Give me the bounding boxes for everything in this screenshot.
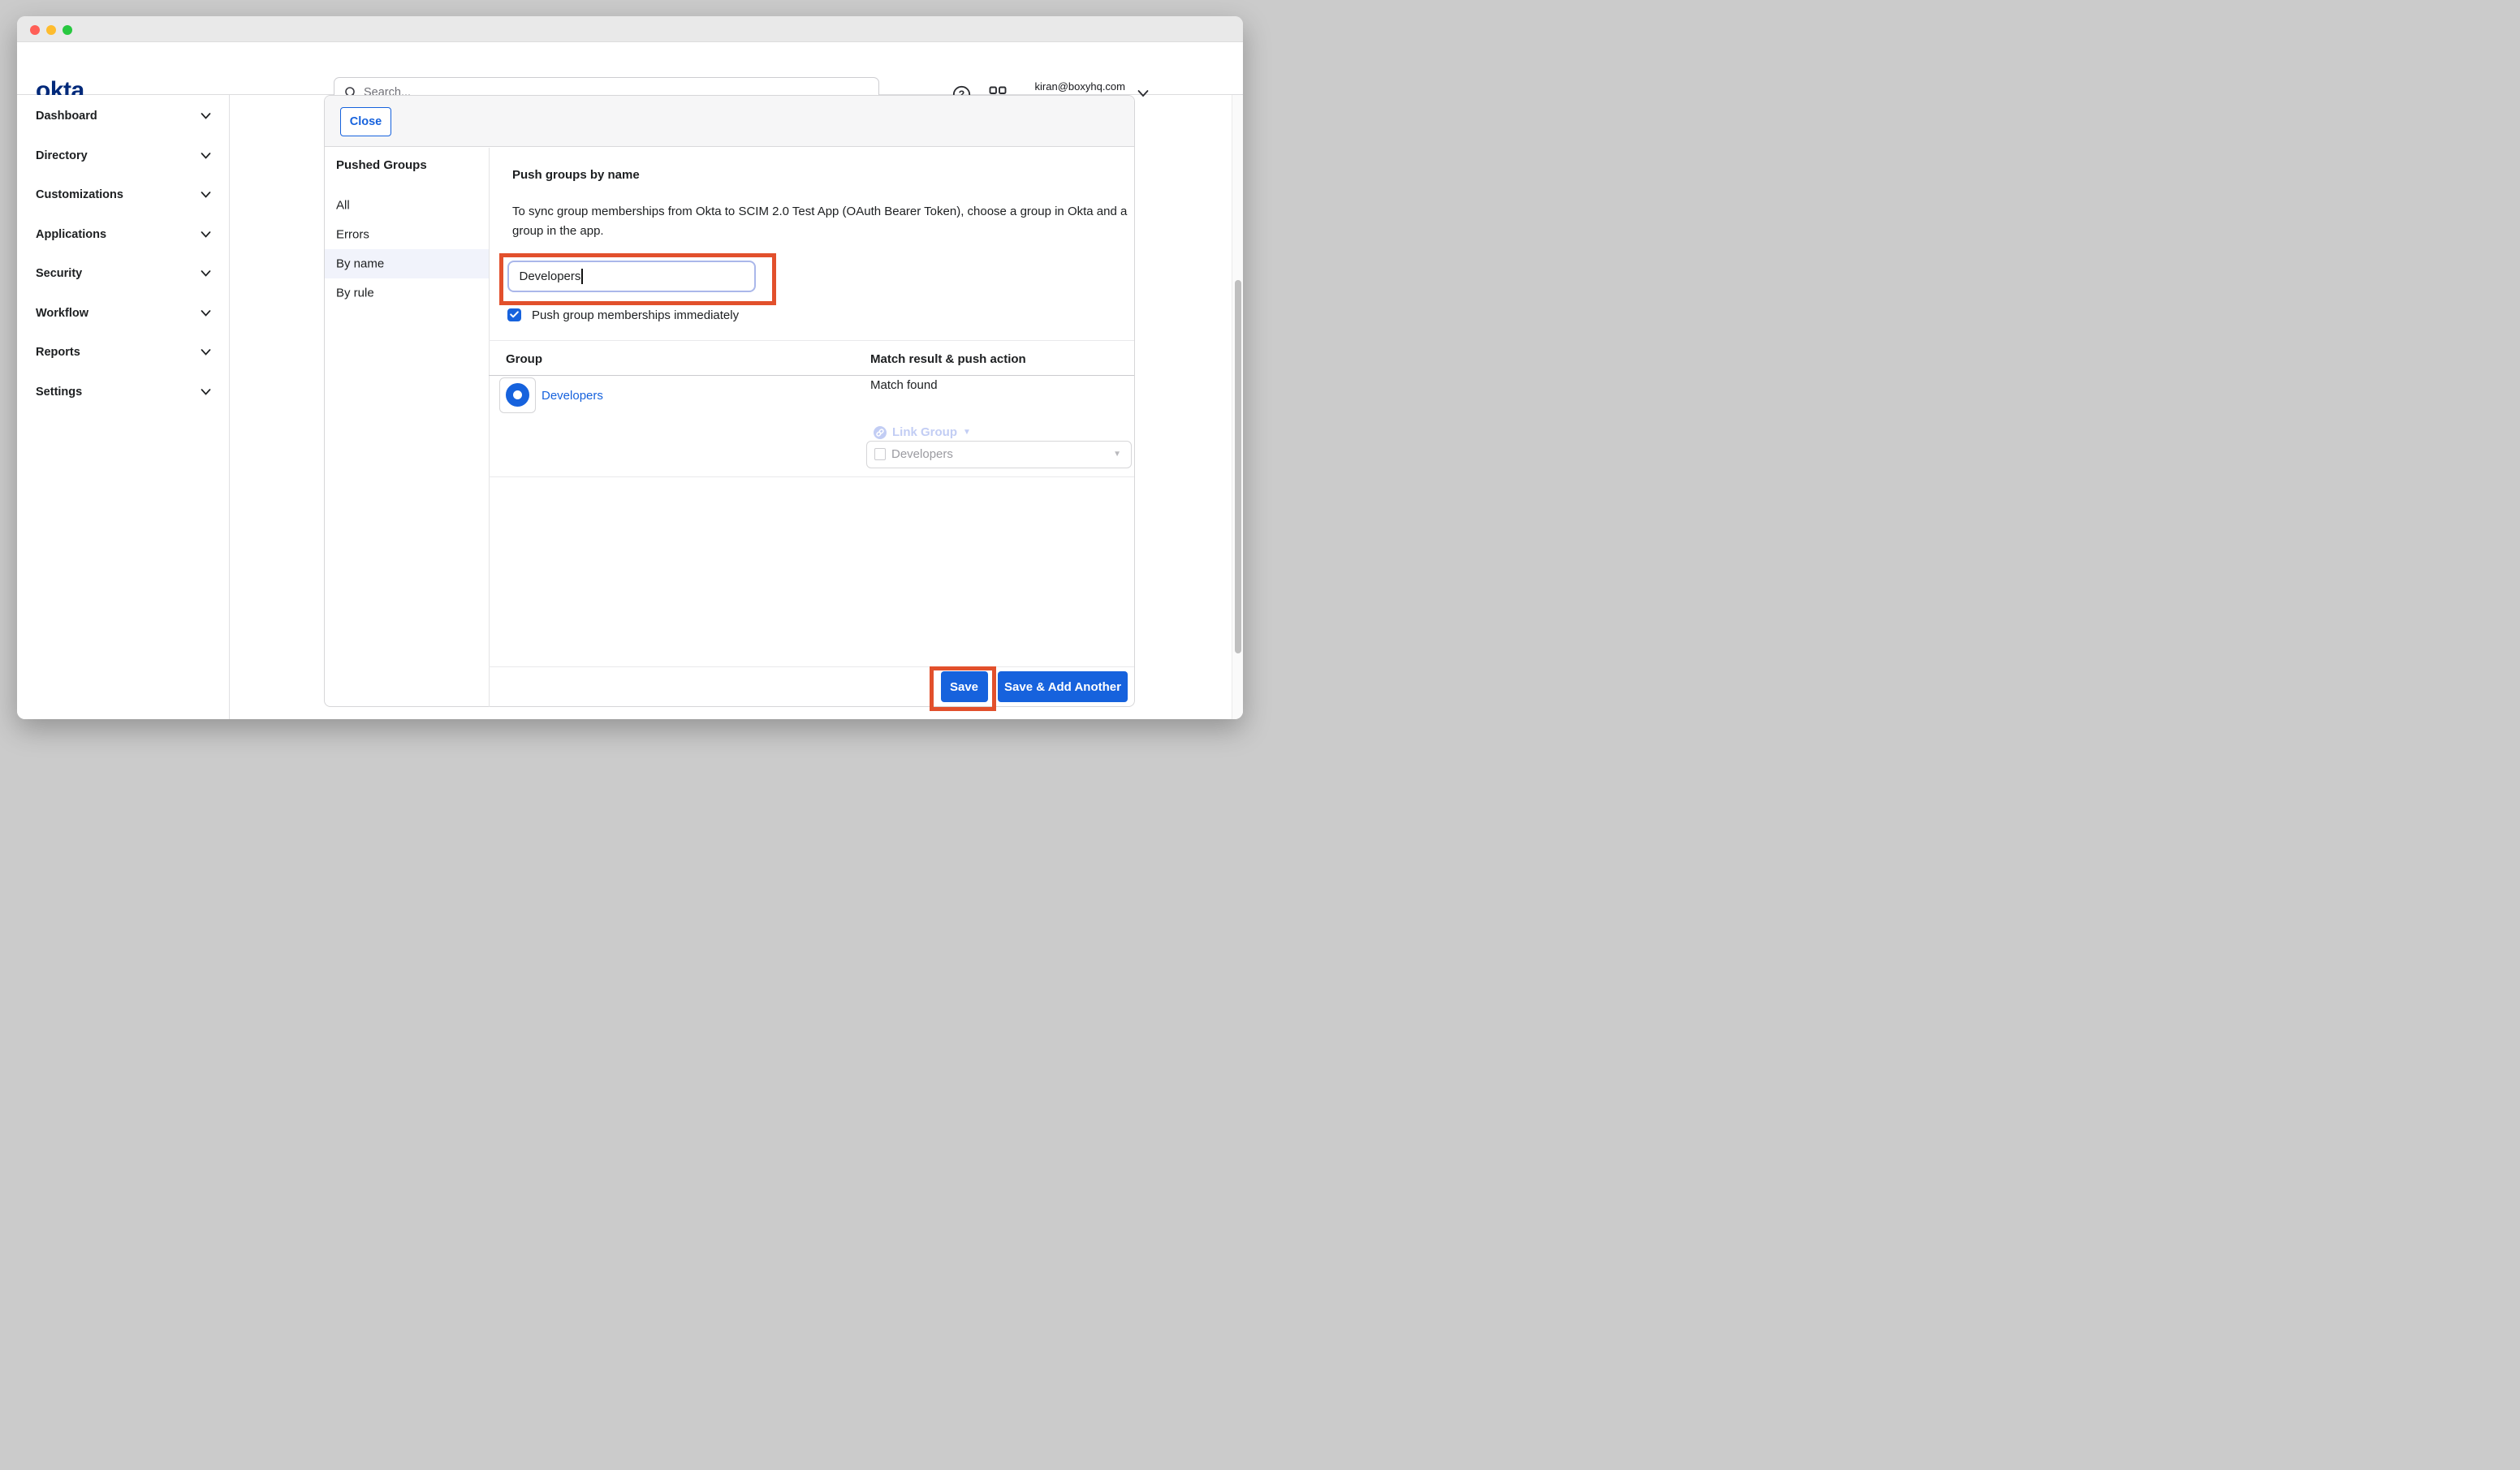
chevron-down-icon [201, 309, 211, 317]
sidebar-item-customizations[interactable]: Customizations [17, 180, 229, 209]
group-developers-link[interactable]: Developers [542, 389, 603, 403]
subnav-item-errors[interactable]: Errors [325, 220, 489, 249]
save-and-add-another-button[interactable]: Save & Add Another [998, 671, 1128, 702]
table-top-divider [489, 340, 1134, 341]
sidebar-item-settings[interactable]: Settings [17, 377, 229, 406]
push-immediately-checkbox[interactable] [507, 308, 521, 322]
description-line-1: To sync group memberships from Okta to S… [512, 202, 1127, 222]
subnav-item-by-name[interactable]: By name [325, 249, 489, 278]
window-titlebar [17, 16, 1243, 42]
match-status: Match found [870, 378, 938, 392]
chevron-down-icon [201, 269, 211, 277]
chevron-down-icon [201, 152, 211, 159]
chevron-down-icon [201, 112, 211, 119]
group-name-value: Developers [520, 269, 581, 283]
panel-body: Pushed Groups All Errors By name By rule… [325, 148, 1134, 707]
sidebar-item-dashboard[interactable]: Dashboard [17, 101, 229, 130]
zoom-window-icon[interactable] [63, 25, 72, 35]
target-group-select[interactable]: Developers ▼ [866, 441, 1132, 468]
annotation-highlight-save [930, 666, 996, 711]
sidebar-item-directory[interactable]: Directory [17, 141, 229, 170]
sidebar-item-reports[interactable]: Reports [17, 338, 229, 366]
page-title: Push groups by name [512, 168, 640, 182]
sidebar-item-applications[interactable]: Applications [17, 220, 229, 248]
footer-divider [489, 666, 1134, 667]
subnav-title: Pushed Groups [336, 158, 427, 172]
chevron-down-icon [1137, 89, 1149, 97]
description-line-2: group in the app. [512, 222, 604, 241]
checkbox-outline-icon [874, 448, 886, 460]
push-immediately-label: Push group memberships immediately [532, 308, 739, 322]
chevron-down-icon [201, 231, 211, 238]
panel-header: Close [325, 96, 1134, 147]
text-caret [581, 269, 583, 284]
column-header-match-result: Match result & push action [870, 352, 1026, 366]
scrollbar-thumb[interactable] [1235, 280, 1241, 653]
subnav-item-all[interactable]: All [325, 191, 489, 220]
scrollbar-track[interactable] [1232, 95, 1243, 719]
link-group-label: Link Group [892, 425, 957, 439]
triangle-down-icon: ▼ [1113, 450, 1121, 459]
chevron-down-icon [201, 348, 211, 356]
group-avatar-icon [499, 377, 536, 413]
chevron-down-icon [201, 388, 211, 395]
sidebar-item-workflow[interactable]: Workflow [17, 299, 229, 327]
sidebar: Dashboard Directory Customizations Appli… [17, 95, 230, 719]
sidebar-item-security[interactable]: Security [17, 259, 229, 287]
close-button[interactable]: Close [340, 107, 391, 136]
target-group-value: Developers [891, 447, 953, 461]
close-window-icon[interactable] [30, 25, 40, 35]
group-name-input[interactable]: Developers [507, 261, 756, 293]
table-row-divider [489, 476, 1134, 477]
pushed-groups-panel: Close Pushed Groups All Errors By name B… [324, 95, 1135, 707]
column-header-group: Group [506, 352, 542, 366]
table-header-divider [489, 375, 1134, 376]
minimize-window-icon[interactable] [46, 25, 56, 35]
triangle-down-icon: ▼ [963, 428, 971, 437]
app-window: okta Search... ? kiran@boxyhq.com okta-d… [17, 16, 1243, 719]
subnav-item-by-rule[interactable]: By rule [325, 278, 489, 308]
annotation-highlight-input: Developers [499, 253, 776, 306]
account-email: kiran@boxyhq.com [1034, 80, 1125, 94]
link-icon [874, 426, 887, 439]
subnav-divider [489, 148, 490, 707]
app-header: okta Search... ? kiran@boxyhq.com okta-d… [17, 42, 1243, 95]
chevron-down-icon [201, 191, 211, 198]
link-group-button[interactable]: Link Group ▼ [874, 425, 971, 439]
